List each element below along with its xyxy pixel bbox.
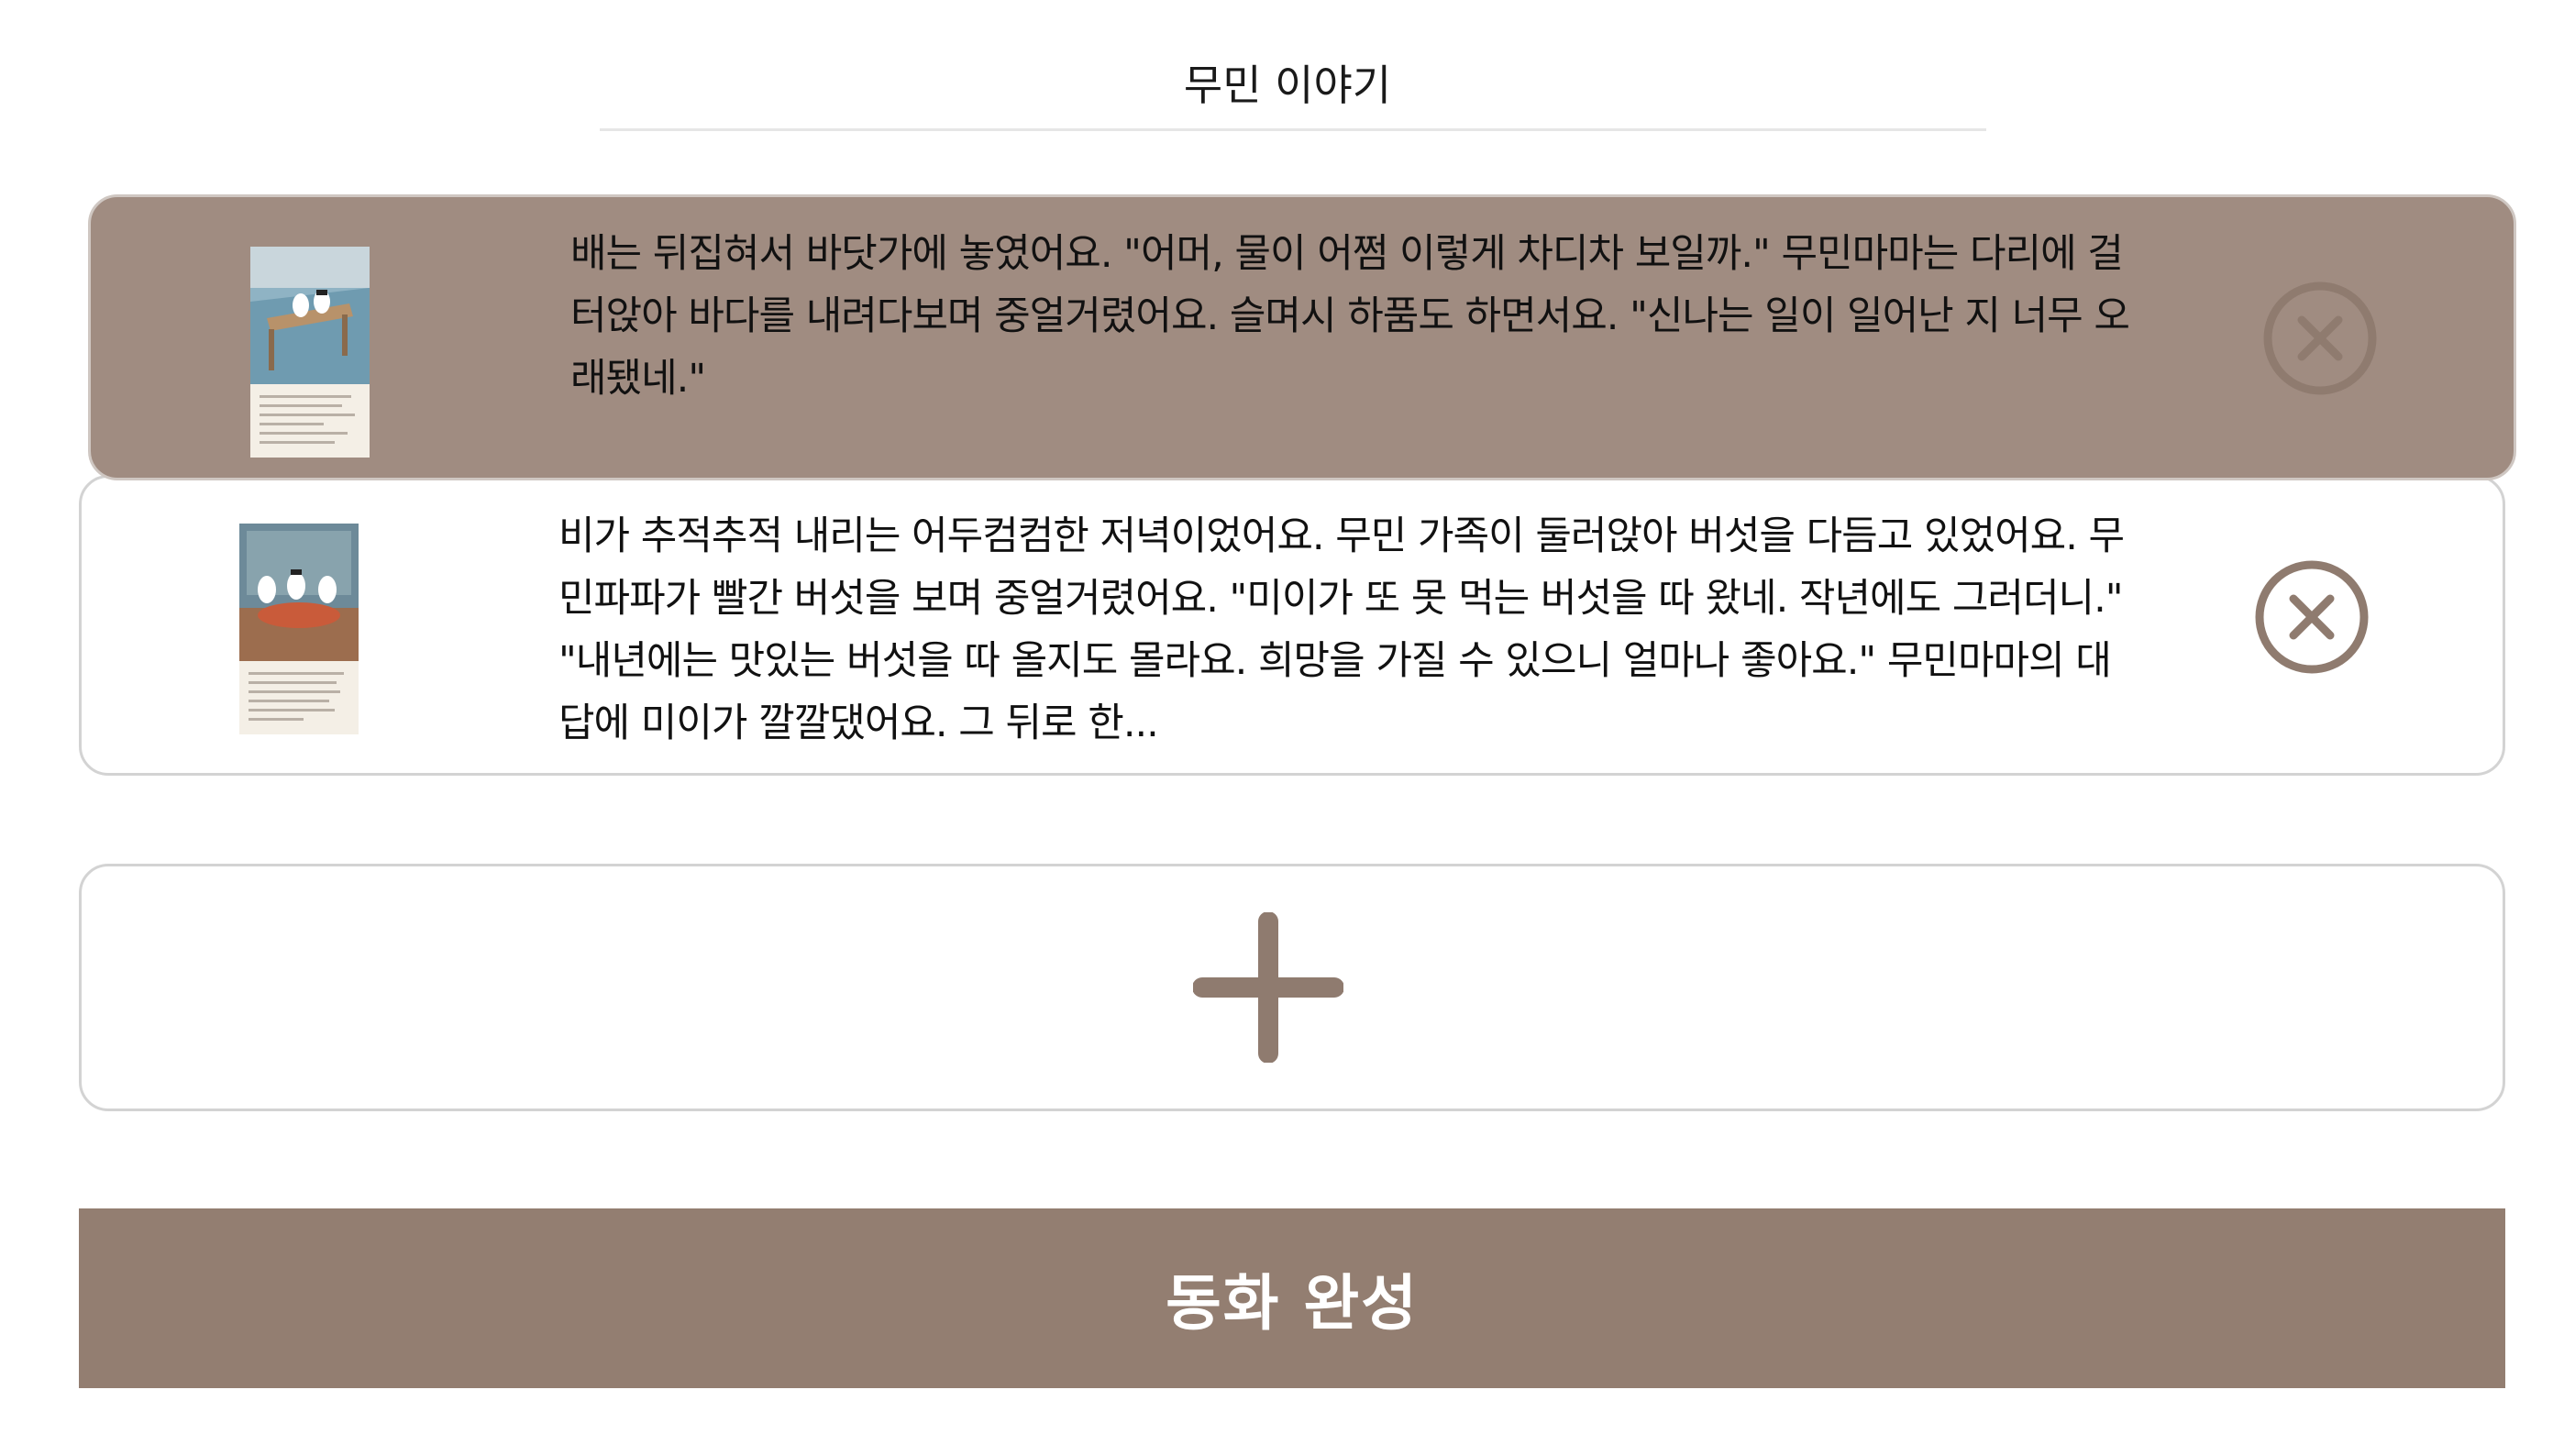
- thumbnail-text-lines: [260, 395, 360, 450]
- delete-page-button[interactable]: [2263, 281, 2377, 395]
- story-page-card[interactable]: 비가 추적추적 내리는 어두컴컴한 저녁이었어요. 무민 가족이 둘러앉아 버섯…: [79, 475, 2505, 776]
- story-page-thumbnail: [239, 524, 359, 734]
- thumbnail-text-lines: [249, 672, 349, 727]
- complete-story-button[interactable]: 동화 완성: [79, 1208, 2505, 1388]
- close-circle-icon: [2263, 281, 2377, 395]
- story-page-thumbnail: [250, 247, 370, 458]
- header-divider: [600, 128, 1986, 131]
- delete-page-button[interactable]: [2255, 560, 2369, 674]
- page-title: 무민 이야기: [1183, 61, 1392, 110]
- thumbnail-illustration: [250, 247, 370, 384]
- add-page-button[interactable]: [79, 864, 2505, 1111]
- thumbnail-illustration: [239, 524, 359, 661]
- story-page-text: 비가 추적추적 내리는 어두컴컴한 저녁이었어요. 무민 가족이 둘러앉아 버섯…: [558, 513, 2125, 746]
- story-page-text: 배는 뒤집혀서 바닷가에 놓였어요. "어머, 물이 어쩜 이렇게 차디차 보일…: [570, 231, 2130, 402]
- story-page-card-selected[interactable]: 배는 뒤집혀서 바닷가에 놓였어요. "어머, 물이 어쩜 이렇게 차디차 보일…: [88, 194, 2516, 480]
- close-circle-icon: [2255, 560, 2369, 674]
- plus-icon: [1193, 912, 1343, 1063]
